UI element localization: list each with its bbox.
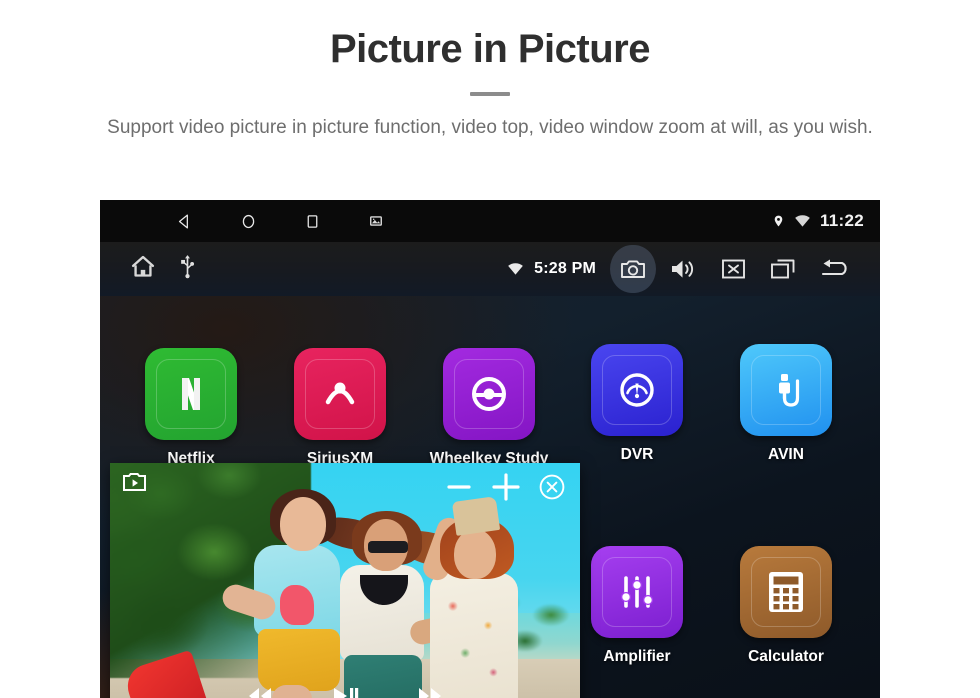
location-pin-icon — [774, 215, 783, 227]
app-netflix[interactable]: Netflix — [126, 348, 256, 468]
amplifier-tile[interactable] — [591, 546, 683, 638]
app-label: Amplifier — [603, 648, 671, 665]
app-dvr[interactable]: DVR — [572, 344, 702, 464]
page-header: Picture in Picture Support video picture… — [0, 0, 980, 143]
close-box-icon — [721, 259, 745, 279]
calculator-icon — [769, 572, 803, 612]
gauge-icon — [620, 373, 654, 407]
toolbar-clock: 5:28 PM — [534, 260, 596, 277]
netflix-tile[interactable] — [145, 348, 237, 440]
pip-play-pause-button[interactable] — [331, 684, 359, 698]
dvr-tile[interactable] — [591, 344, 683, 436]
app-label: DVR — [620, 446, 654, 463]
statusbar-back-button[interactable] — [152, 200, 216, 242]
calculator-tile[interactable] — [740, 546, 832, 638]
home-icon — [131, 255, 155, 277]
siriusxm-icon — [325, 382, 355, 405]
screenshot-icon — [370, 216, 382, 226]
speaker-icon — [671, 260, 693, 278]
pip-camera-button[interactable] — [122, 471, 148, 498]
close-circle-icon — [539, 474, 565, 500]
pip-zoom-out-button[interactable] — [444, 472, 474, 507]
equalizer-icon — [620, 576, 654, 608]
statusbar-clock: 11:22 — [819, 211, 864, 230]
pip-transport-controls — [110, 684, 580, 698]
app-avin[interactable]: AVIN — [721, 344, 851, 464]
app-label: AVIN — [768, 446, 804, 463]
app-calculator[interactable]: Calculator — [721, 546, 851, 666]
status-indicators: 11:22 — [772, 211, 864, 231]
pip-window-controls — [444, 471, 566, 508]
statusbar-screenshot-button[interactable] — [344, 200, 408, 242]
toolbar-back-button[interactable] — [810, 245, 862, 293]
recent-apps-icon — [771, 259, 795, 279]
system-nav-buttons — [152, 200, 408, 242]
avin-tile[interactable] — [740, 344, 832, 436]
wheelkey-tile[interactable] — [443, 348, 535, 440]
previous-track-icon — [249, 688, 271, 698]
pip-window[interactable]: Seicar — [110, 463, 580, 698]
app-amplifier[interactable]: Amplifier — [572, 546, 702, 666]
toolbar-left-group — [128, 253, 195, 285]
wifi-icon — [795, 215, 810, 227]
plus-icon — [492, 473, 520, 501]
av-plug-icon — [779, 374, 800, 407]
launcher-toolbar: 5:28 PM — [100, 242, 880, 296]
toolbar-camera-button[interactable] — [610, 245, 656, 293]
video-camera-icon — [123, 473, 146, 491]
launcher-desktop: Netflix SiriusXM Wheelkey Study DVR AVIN… — [100, 296, 880, 698]
statusbar-recents-button[interactable] — [280, 200, 344, 242]
title-divider — [470, 92, 510, 96]
pip-previous-button[interactable] — [245, 684, 275, 698]
netflix-icon — [182, 378, 200, 410]
toolbar-right-group: 5:28 PM — [507, 245, 862, 293]
toolbar-close-button[interactable] — [710, 245, 756, 293]
device-screen: 11:22 5:28 PM Netflix SiriusXM Wheelkey … — [100, 200, 880, 698]
app-label: Calculator — [748, 648, 824, 665]
play-pause-icon — [334, 688, 359, 698]
back-arrow-icon — [821, 259, 847, 276]
home-circle-icon — [242, 214, 254, 228]
toolbar-volume-button[interactable] — [660, 245, 706, 293]
recents-square-icon — [307, 214, 317, 228]
pip-zoom-in-button[interactable] — [490, 471, 522, 508]
next-track-icon — [419, 688, 441, 698]
toolbar-recents-button[interactable] — [760, 245, 806, 293]
back-icon — [178, 213, 188, 229]
siriusxm-tile[interactable] — [294, 348, 386, 440]
app-siriusxm[interactable]: SiriusXM — [275, 348, 405, 468]
page-title: Picture in Picture — [330, 27, 650, 71]
android-status-bar: 11:22 — [100, 200, 880, 242]
video-figure-3 — [410, 496, 526, 698]
page-subtitle: Support video picture in picture functio… — [107, 117, 873, 138]
pip-close-button[interactable] — [538, 473, 566, 506]
camera-icon — [621, 260, 645, 278]
toolbar-home-button[interactable] — [128, 253, 158, 285]
wheelkey-icon — [472, 377, 506, 411]
wifi-icon — [508, 263, 523, 275]
toolbar-usb-button[interactable] — [180, 254, 195, 284]
pip-next-button[interactable] — [415, 684, 445, 698]
statusbar-home-button[interactable] — [216, 200, 280, 242]
app-wheelkey-study[interactable]: Wheelkey Study — [424, 348, 554, 468]
minus-icon — [447, 485, 471, 489]
usb-icon — [181, 255, 195, 279]
